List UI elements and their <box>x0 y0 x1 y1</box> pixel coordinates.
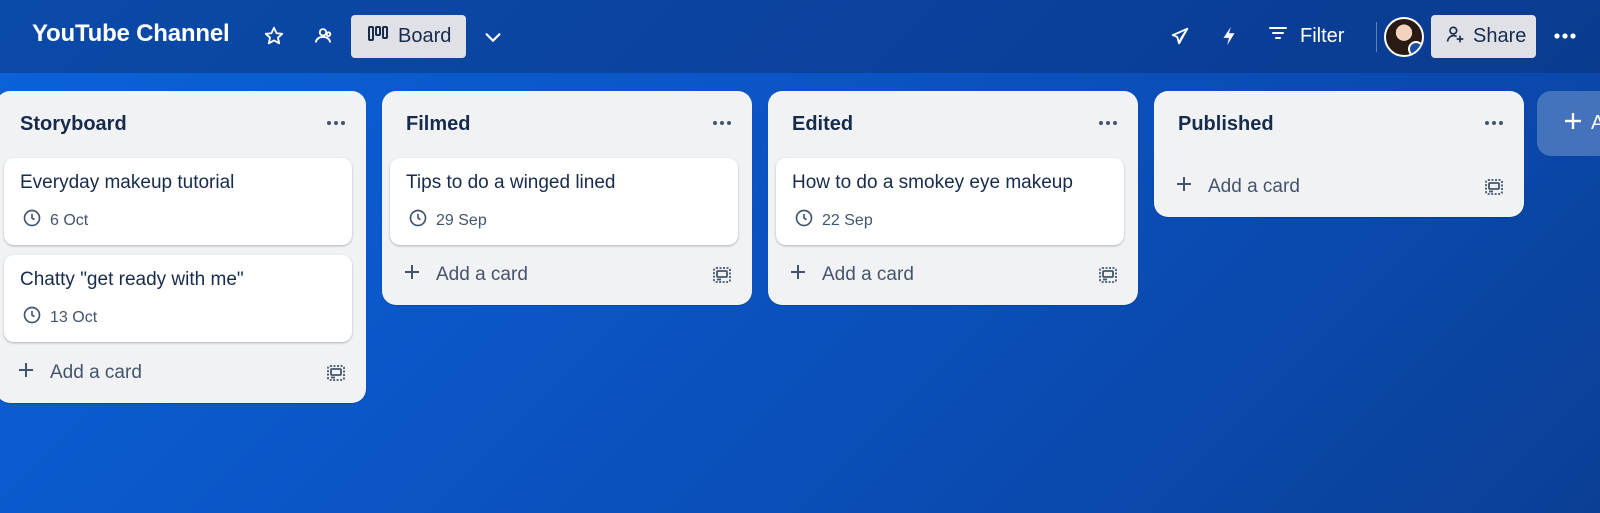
card-date-text: 22 Sep <box>822 211 873 229</box>
add-person-icon <box>1445 24 1465 50</box>
plus-icon <box>788 262 808 288</box>
workspace-visibility-icon[interactable] <box>307 20 339 52</box>
card-date-text: 6 Oct <box>50 211 89 229</box>
admin-badge-icon <box>1408 41 1422 55</box>
add-card-button[interactable]: Add a card <box>1162 167 1452 207</box>
clock-icon <box>22 305 42 330</box>
plus-icon <box>402 262 422 288</box>
plus-icon <box>1174 174 1194 200</box>
add-list-button[interactable]: A <box>1537 91 1600 156</box>
add-card-label: Add a card <box>822 264 914 285</box>
board-view-label: Board <box>398 25 452 47</box>
template-icon[interactable] <box>1092 259 1124 291</box>
add-card-button[interactable]: Add a card <box>390 255 680 295</box>
share-button[interactable]: Share <box>1431 15 1536 58</box>
card[interactable]: Chatty "get ready with me" 13 Oct <box>4 255 352 342</box>
add-card-label: Add a card <box>436 264 528 285</box>
add-card-button[interactable]: Add a card <box>776 255 1066 295</box>
list-filmed: Filmed Tips to do a winged lined 29 Sep … <box>382 91 752 305</box>
card[interactable]: Everyday makeup tutorial 6 Oct <box>4 158 352 245</box>
list-title[interactable]: Published <box>1178 113 1274 136</box>
more-icon[interactable] <box>1549 20 1581 52</box>
header-divider <box>1376 22 1377 52</box>
list-storyboard: Storyboard Everyday makeup tutorial 6 Oc… <box>0 91 366 403</box>
filter-button[interactable]: Filter <box>1268 18 1344 54</box>
card-title: Chatty "get ready with me" <box>20 269 244 290</box>
list-more-icon[interactable] <box>706 107 738 139</box>
list-more-icon[interactable] <box>1092 107 1124 139</box>
add-card-label: Add a card <box>50 362 142 383</box>
card-due-date: 22 Sep <box>794 208 873 233</box>
list-published: Published Add a card <box>1154 91 1524 217</box>
card-date-text: 29 Sep <box>436 211 487 229</box>
share-label: Share <box>1473 25 1527 47</box>
rocket-icon[interactable] <box>1164 20 1196 52</box>
card-title: Everyday makeup tutorial <box>20 172 235 193</box>
list-more-icon[interactable] <box>1478 107 1510 139</box>
add-card-button[interactable]: Add a card <box>4 353 294 393</box>
card-due-date: 29 Sep <box>408 208 487 233</box>
lightning-icon[interactable] <box>1213 20 1245 52</box>
filter-label: Filter <box>1300 24 1345 47</box>
card-due-date: 13 Oct <box>22 305 97 330</box>
filter-icon <box>1268 24 1288 48</box>
plus-icon <box>1563 111 1583 137</box>
list-title[interactable]: Storyboard <box>20 113 127 136</box>
card-title: Tips to do a winged lined <box>406 172 616 193</box>
list-edited: Edited How to do a smokey eye makeup 22 … <box>768 91 1138 305</box>
card[interactable]: How to do a smokey eye makeup 22 Sep <box>776 158 1124 245</box>
board-icon <box>368 25 388 49</box>
template-icon[interactable] <box>706 259 738 291</box>
list-more-icon[interactable] <box>320 107 352 139</box>
clock-icon <box>22 208 42 233</box>
template-icon[interactable] <box>1478 171 1510 203</box>
avatar[interactable] <box>1384 17 1424 57</box>
card-due-date: 6 Oct <box>22 208 88 233</box>
board-view-button[interactable]: Board <box>351 15 466 58</box>
add-list-label: A <box>1591 112 1600 134</box>
add-card-label: Add a card <box>1208 176 1300 197</box>
plus-icon <box>16 360 36 386</box>
list-title[interactable]: Filmed <box>406 113 470 136</box>
chevron-down-icon[interactable] <box>477 21 509 53</box>
board-header: YouTube Channel Board Filter Share <box>0 0 1600 73</box>
list-title[interactable]: Edited <box>792 113 853 136</box>
card-date-text: 13 Oct <box>50 308 98 326</box>
card-title: How to do a smokey eye makeup <box>792 172 1073 193</box>
clock-icon <box>408 208 428 233</box>
star-icon[interactable] <box>258 20 290 52</box>
board-title[interactable]: YouTube Channel <box>32 20 230 48</box>
card[interactable]: Tips to do a winged lined 29 Sep <box>390 158 738 245</box>
clock-icon <box>794 208 814 233</box>
template-icon[interactable] <box>320 357 352 389</box>
